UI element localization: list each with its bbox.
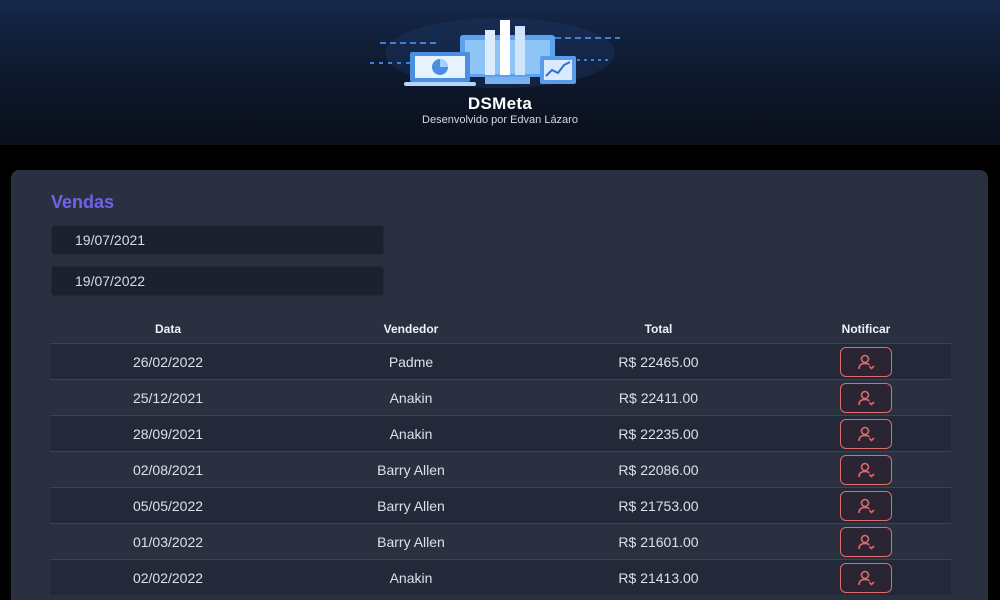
app-title: DSMeta — [467, 94, 533, 113]
sale-date: 25/12/2021 — [132, 389, 204, 406]
notify-button[interactable] — [840, 346, 892, 377]
sale-date: 02/02/2022 — [132, 569, 204, 586]
user-notify-icon — [858, 426, 875, 442]
notify-button[interactable] — [840, 454, 892, 485]
sale-seller: Barry Allen — [377, 497, 445, 514]
user-notify-icon — [858, 498, 875, 514]
table-body: 26/02/2022 Padme R$ 22465.00 25/12/2021 … — [50, 343, 951, 595]
column-header-notify: Notificar — [841, 322, 891, 336]
sale-date: 01/03/2022 — [132, 533, 204, 550]
sale-date: 02/08/2021 — [132, 461, 204, 478]
sale-total: R$ 22465.00 — [618, 353, 699, 370]
sale-seller: Anakin — [389, 425, 433, 442]
dashboard-analytics-icon — [370, 8, 630, 93]
sale-date: 26/02/2022 — [132, 353, 204, 370]
notify-button[interactable] — [840, 526, 892, 557]
table-row: 02/08/2021 Barry Allen R$ 22086.00 — [50, 451, 951, 487]
max-date-field[interactable] — [51, 266, 384, 296]
sale-seller: Anakin — [389, 569, 433, 586]
table-row: 26/02/2022 Padme R$ 22465.00 — [50, 343, 951, 379]
table-row: 28/09/2021 Anakin R$ 22235.00 — [50, 415, 951, 451]
user-notify-icon — [858, 570, 875, 586]
notify-button[interactable] — [840, 382, 892, 413]
sales-table: Data Vendedor Total Notificar 26/02/2022… — [50, 315, 951, 595]
column-header-total: Total — [644, 322, 673, 336]
notify-button[interactable] — [840, 490, 892, 521]
user-notify-icon — [858, 354, 875, 370]
sale-total: R$ 22086.00 — [618, 461, 699, 478]
notify-button[interactable] — [840, 562, 892, 593]
min-date-field[interactable] — [51, 225, 384, 255]
app-subtitle: Desenvolvido por Edvan Lázaro — [422, 114, 578, 126]
user-notify-icon — [858, 390, 875, 406]
table-row: 05/05/2022 Barry Allen R$ 21753.00 — [50, 487, 951, 523]
app-header: DSMeta Desenvolvido por Edvan Lázaro — [0, 0, 1000, 145]
sales-card: Vendas Data Vendedor Total Notificar 26/… — [11, 170, 988, 600]
user-notify-icon — [858, 534, 875, 550]
sale-total: R$ 21601.00 — [618, 533, 699, 550]
table-row: 25/12/2021 Anakin R$ 22411.00 — [50, 379, 951, 415]
column-header-date: Data — [154, 322, 181, 336]
table-row: 01/03/2022 Barry Allen R$ 21601.00 — [50, 523, 951, 559]
column-header-seller: Vendedor — [383, 322, 439, 336]
sale-seller: Anakin — [389, 389, 433, 406]
sale-total: R$ 21753.00 — [618, 497, 699, 514]
notify-button[interactable] — [840, 418, 892, 449]
sale-total: R$ 22411.00 — [618, 389, 699, 406]
sale-total: R$ 22235.00 — [618, 425, 699, 442]
table-row: 02/02/2022 Anakin R$ 21413.00 — [50, 559, 951, 595]
user-notify-icon — [858, 462, 875, 478]
sale-date: 05/05/2022 — [132, 497, 204, 514]
sale-date: 28/09/2021 — [132, 425, 204, 442]
sale-total: R$ 21413.00 — [618, 569, 699, 586]
sales-card-title: Vendas — [51, 192, 115, 212]
table-header: Data Vendedor Total Notificar — [50, 315, 951, 343]
sale-seller: Padme — [388, 353, 434, 370]
sale-seller: Barry Allen — [377, 461, 445, 478]
sale-seller: Barry Allen — [377, 533, 445, 550]
